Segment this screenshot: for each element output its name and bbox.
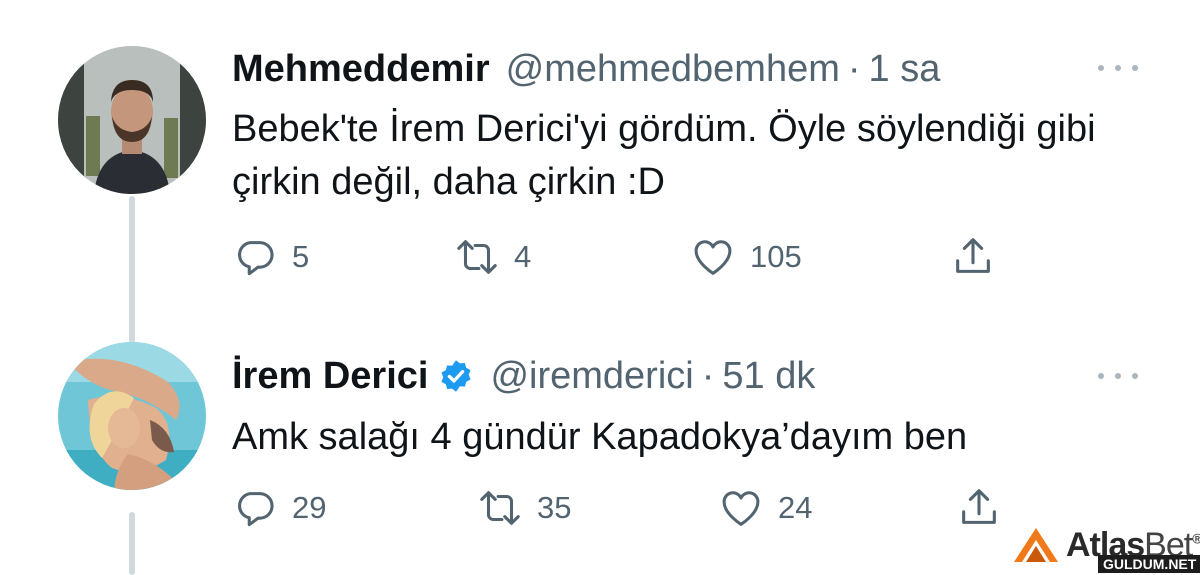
more-dots-icon	[1098, 65, 1104, 71]
more-dots-icon	[1132, 373, 1138, 379]
share-icon	[956, 485, 1002, 531]
retweet-count: 4	[514, 239, 532, 274]
tweet-header: İrem Derici @iremderici · 51 dk	[232, 353, 815, 399]
tweet-text: Bebek'te İrem Derici'yi gördüm. Öyle söy…	[232, 108, 1096, 203]
reply-button[interactable]: 29	[232, 483, 326, 533]
thread-connector	[129, 512, 135, 575]
reply-count: 5	[292, 239, 310, 274]
reply-button[interactable]: 5	[232, 232, 309, 282]
retweet-button[interactable]: 4	[454, 232, 531, 282]
like-button[interactable]: 105	[690, 232, 802, 282]
separator: ·	[847, 48, 861, 90]
reply-icon	[232, 485, 278, 531]
tweet-text: Amk salağı 4 gündür Kapadokya’dayım ben	[232, 416, 968, 458]
like-count: 24	[778, 490, 813, 525]
like-button[interactable]: 24	[718, 483, 812, 533]
tweet-thread: Mehmeddemir @mehmedbemhem · 1 sa Bebek't…	[0, 0, 1200, 575]
more-dots-icon	[1115, 65, 1121, 71]
share-button[interactable]	[956, 483, 1002, 533]
reply-icon	[232, 234, 278, 280]
verified-badge-icon	[438, 358, 474, 394]
avatar[interactable]	[58, 46, 206, 194]
more-button[interactable]	[1098, 366, 1138, 386]
avatar[interactable]	[58, 342, 206, 490]
share-icon	[950, 234, 996, 280]
retweet-count: 35	[537, 490, 572, 525]
timestamp[interactable]: 51 dk	[722, 353, 815, 399]
user-handle[interactable]: @mehmedbemhem	[506, 46, 840, 92]
user-handle[interactable]: @iremderici	[490, 353, 693, 399]
more-dots-icon	[1098, 373, 1104, 379]
thread-connector	[129, 196, 135, 346]
heart-icon	[690, 234, 736, 280]
tweet-header: Mehmeddemir @mehmedbemhem · 1 sa	[232, 46, 940, 92]
display-name[interactable]: İrem Derici	[232, 353, 428, 399]
reply-count: 29	[292, 490, 327, 525]
retweet-icon	[454, 234, 500, 280]
retweet-button[interactable]: 35	[477, 483, 571, 533]
like-count: 105	[750, 239, 802, 274]
watermark: AtlasBet® GULDUM.NET	[1012, 522, 1200, 575]
tweet-actions: 5 4 105	[232, 232, 1052, 282]
watermark-site: GULDUM.NET	[1098, 555, 1200, 573]
separator: ·	[701, 355, 715, 397]
atlasbet-logo-icon	[1012, 524, 1072, 564]
heart-icon	[718, 485, 764, 531]
timestamp[interactable]: 1 sa	[869, 46, 941, 92]
more-dots-icon	[1115, 373, 1121, 379]
display-name[interactable]: Mehmeddemir	[232, 46, 490, 92]
more-button[interactable]	[1098, 58, 1138, 78]
more-dots-icon	[1132, 65, 1138, 71]
retweet-icon	[477, 485, 523, 531]
tweet-actions: 29 35 24	[232, 483, 1052, 533]
share-button[interactable]	[950, 232, 996, 282]
